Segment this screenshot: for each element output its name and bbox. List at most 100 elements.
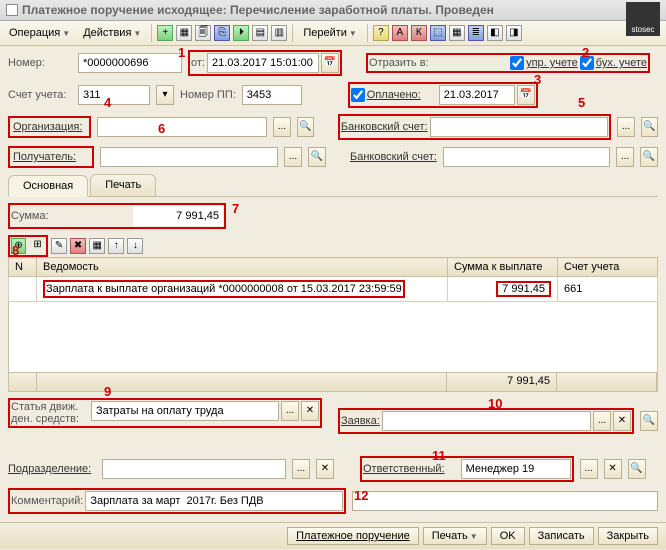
print-button[interactable]: Печать▼	[423, 527, 487, 545]
grid-del-icon[interactable]: ✖	[70, 238, 86, 254]
ok-button[interactable]: OK	[491, 527, 525, 545]
marker-11: 11	[432, 448, 446, 463]
col-vedomost[interactable]: Ведомость	[37, 258, 448, 277]
article-clear-icon[interactable]: ✕	[301, 401, 319, 421]
marker-3: 3	[534, 72, 541, 87]
date-field[interactable]	[207, 53, 319, 73]
chk-bux-label[interactable]: бух. учете	[596, 57, 647, 69]
add-icon[interactable]: +	[157, 25, 173, 41]
account-label: Счет учета:	[8, 89, 72, 101]
menu-goto[interactable]: Перейти▼	[298, 24, 362, 42]
bank2-more-icon[interactable]: ...	[616, 147, 634, 167]
tab-print[interactable]: Печать	[90, 174, 156, 196]
resp-search-icon[interactable]: 🔍	[628, 459, 646, 479]
sum-label: Сумма:	[11, 210, 49, 222]
table-row[interactable]: 1 Зарплата к выплате организаций *000000…	[9, 277, 658, 302]
tool-icon-7[interactable]: А	[392, 25, 408, 41]
col-sum[interactable]: Сумма к выплате	[448, 258, 558, 277]
grid-add2-icon[interactable]: ⊞	[30, 238, 45, 254]
resp-more-icon[interactable]: ...	[580, 459, 598, 479]
menu-actions[interactable]: Действия▼	[78, 24, 146, 42]
paid-cal-icon[interactable]: 📅	[517, 85, 535, 105]
recv-more-icon[interactable]: ...	[284, 147, 302, 167]
cell-acct: 661	[558, 277, 658, 302]
bank1-more-icon[interactable]: ...	[617, 117, 634, 137]
tool-icon-13[interactable]: ◨	[506, 25, 522, 41]
responsible-label: Ответственный:	[363, 463, 445, 475]
grid-edit-icon[interactable]: ✎	[51, 238, 67, 254]
subdiv-label: Подразделение:	[8, 463, 96, 475]
bank2-label: Банковский счет:	[350, 151, 437, 163]
menu-bar: Операция▼ Действия▼ + ▦ 🗐 ⎘ ⏵ ▤ ▥ Перейт…	[0, 21, 666, 46]
tab-main[interactable]: Основная	[8, 175, 88, 197]
request-field[interactable]	[382, 411, 591, 431]
number-field[interactable]	[78, 53, 182, 73]
save-button[interactable]: Записать	[529, 527, 594, 545]
tool-icon-8[interactable]: К	[411, 25, 427, 41]
marker-8: 8	[12, 243, 19, 258]
tool-icon-3[interactable]: ⎘	[214, 25, 230, 41]
subdiv-field[interactable]	[102, 459, 286, 479]
paid-date-field[interactable]	[439, 85, 515, 105]
cell-ved: Зарплата к выплате организаций *00000000…	[43, 280, 405, 298]
cell-n: 1	[9, 277, 37, 302]
bank1-search-icon[interactable]: 🔍	[641, 117, 658, 137]
responsible-field[interactable]	[461, 459, 571, 479]
calendar-icon[interactable]: 📅	[321, 53, 339, 73]
col-n[interactable]: N	[9, 258, 37, 277]
bank1-field[interactable]	[430, 117, 609, 137]
request-search-icon[interactable]: 🔍	[640, 411, 658, 431]
marker-2: 2	[582, 45, 589, 60]
sum-field[interactable]	[133, 206, 223, 226]
subdiv-more-icon[interactable]: ...	[292, 459, 310, 479]
grid-copy-icon[interactable]: ▦	[89, 238, 105, 254]
marker-5: 5	[578, 95, 585, 110]
resp-clear-icon[interactable]: ✕	[604, 459, 622, 479]
tool-icon-5[interactable]: ▤	[252, 25, 268, 41]
article-field[interactable]	[91, 401, 279, 421]
org-search-icon[interactable]: 🔍	[297, 117, 314, 137]
marker-7: 7	[232, 201, 239, 216]
article-more-icon[interactable]: ...	[281, 401, 299, 421]
tool-icon-11[interactable]: ≣	[468, 25, 484, 41]
tool-icon-12[interactable]: ◧	[487, 25, 503, 41]
request-clear-icon[interactable]: ✕	[613, 411, 631, 431]
pp-label: Номер ПП:	[180, 89, 236, 101]
org-field[interactable]	[97, 117, 268, 137]
tool-icon-9[interactable]: ⬚	[430, 25, 446, 41]
chk-upr[interactable]	[510, 56, 524, 70]
bank2-search-icon[interactable]: 🔍	[640, 147, 658, 167]
comment-field-ext[interactable]	[352, 491, 658, 511]
tool-icon-10[interactable]: ▦	[449, 25, 465, 41]
menu-operation[interactable]: Операция▼	[4, 24, 75, 42]
pp-link[interactable]: Платежное поручение	[287, 527, 419, 545]
subdiv-clear-icon[interactable]: ✕	[316, 459, 334, 479]
bank2-field[interactable]	[443, 147, 610, 167]
org-clear-icon[interactable]: ...	[273, 117, 290, 137]
col-acct[interactable]: Счет учета	[558, 258, 658, 277]
account-field[interactable]	[78, 85, 150, 105]
grid-up-icon[interactable]: ↑	[108, 238, 124, 254]
window-icon	[6, 4, 18, 16]
reflect-label: Отразить в:	[369, 57, 429, 69]
close-button[interactable]: Закрыть	[598, 527, 658, 545]
chk-paid[interactable]	[351, 88, 365, 102]
chk-upr-label[interactable]: упр. учете	[526, 57, 578, 69]
account-dd-icon[interactable]: ▾	[156, 85, 174, 105]
comment-field[interactable]	[85, 491, 343, 511]
tool-icon-4[interactable]: ⏵	[233, 25, 249, 41]
grid-down-icon[interactable]: ↓	[127, 238, 143, 254]
pp-field[interactable]	[242, 85, 302, 105]
tool-icon-1[interactable]: ▦	[176, 25, 192, 41]
comment-label: Комментарий:	[11, 495, 83, 507]
tool-icon-6[interactable]: ▥	[271, 25, 287, 41]
tabs: Основная Печать	[8, 174, 658, 197]
tool-icon-2[interactable]: 🗐	[195, 25, 211, 41]
recv-field[interactable]	[100, 147, 278, 167]
marker-6: 6	[158, 121, 165, 136]
help-icon[interactable]: ?	[373, 25, 389, 41]
request-more-icon[interactable]: ...	[593, 411, 611, 431]
marker-9: 9	[104, 384, 111, 399]
recv-search-icon[interactable]: 🔍	[308, 147, 326, 167]
from-label: от:	[191, 57, 205, 69]
